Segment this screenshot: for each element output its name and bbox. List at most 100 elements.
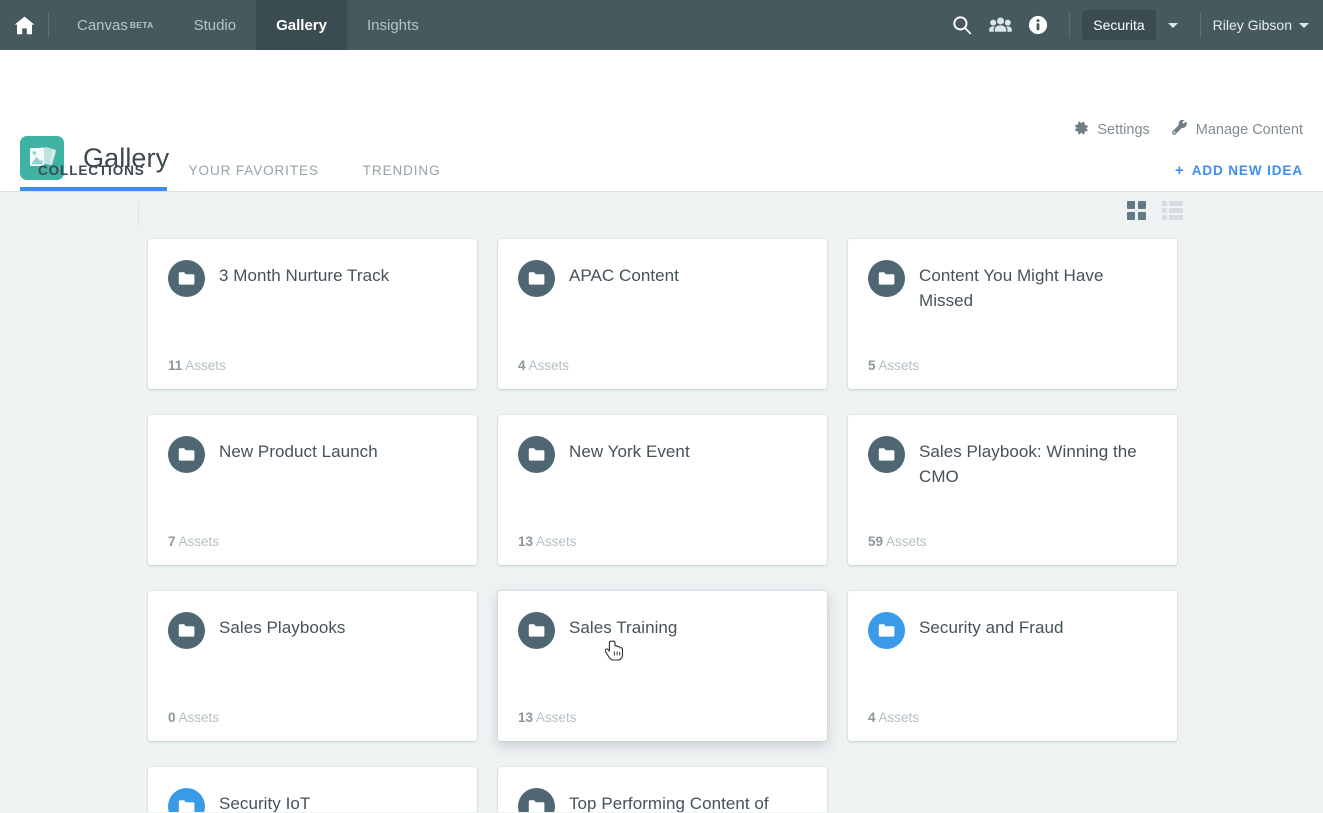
folder-icon: [868, 612, 905, 649]
folder-icon: [868, 260, 905, 297]
beta-badge: BETA: [130, 20, 154, 30]
collection-title: Content You Might Have Missed: [919, 259, 1157, 313]
tab-your-favorites[interactable]: YOUR FAVORITES: [167, 163, 341, 191]
asset-count: 5 Assets: [868, 358, 919, 373]
top-navigation-bar: CanvasBETA Studio Gallery Insights: [0, 0, 1323, 50]
asset-count-label: Assets: [879, 710, 920, 725]
info-icon[interactable]: [1019, 0, 1057, 50]
collection-title: New Product Launch: [219, 435, 378, 464]
card-header: Sales Playbook: Winning the CMO: [868, 435, 1157, 489]
asset-count-label: Assets: [179, 710, 220, 725]
collection-card[interactable]: Sales Playbook: Winning the CMO 59 Asset…: [848, 415, 1177, 565]
folder-icon: [168, 436, 205, 473]
collection-title: Sales Playbooks: [219, 611, 345, 640]
collection-card[interactable]: 3 Month Nurture Track 11 Assets: [148, 239, 477, 389]
user-chevron-down-icon: [1299, 23, 1309, 28]
primary-nav-tabs: CanvasBETA Studio Gallery Insights: [57, 0, 439, 50]
collections-grid: 3 Month Nurture Track 11 Assets APAC Con…: [0, 239, 1323, 812]
asset-count-label: Assets: [536, 710, 577, 725]
asset-count-number: 59: [868, 534, 883, 549]
asset-count-number: 0: [168, 710, 176, 725]
collection-card[interactable]: Security IoT: [148, 767, 477, 812]
nav-divider: [1069, 12, 1070, 38]
tab-collections[interactable]: COLLECTIONS: [20, 163, 167, 191]
nav-tab-gallery-label: Gallery: [276, 17, 327, 34]
add-new-idea-button[interactable]: + ADD NEW IDEA: [1175, 163, 1303, 191]
account-selector[interactable]: Securita: [1082, 10, 1155, 40]
nav-right-actions: Securita Riley Gibson: [943, 0, 1323, 50]
asset-count-label: Assets: [886, 534, 927, 549]
asset-count: 7 Assets: [168, 534, 219, 549]
user-menu[interactable]: Riley Gibson: [1213, 17, 1309, 33]
card-header: APAC Content: [518, 259, 807, 297]
tab-your-favorites-label: YOUR FAVORITES: [189, 163, 319, 178]
nav-tab-studio-label: Studio: [194, 17, 237, 34]
user-name-label: Riley Gibson: [1213, 17, 1292, 33]
card-header: Sales Training: [518, 611, 807, 649]
folder-icon: [518, 788, 555, 812]
folder-icon: [518, 436, 555, 473]
nav-tab-gallery[interactable]: Gallery: [256, 0, 347, 50]
collection-card[interactable]: New Product Launch 7 Assets: [148, 415, 477, 565]
collection-card[interactable]: Sales Training 13 Assets: [498, 591, 827, 741]
asset-count-number: 13: [518, 534, 533, 549]
folder-icon: [518, 612, 555, 649]
nav-divider: [1200, 12, 1201, 38]
plus-icon: +: [1175, 163, 1185, 178]
asset-count: 13 Assets: [518, 534, 577, 549]
asset-count: 4 Assets: [868, 710, 919, 725]
asset-count-label: Assets: [879, 358, 920, 373]
view-toggle-group: [1127, 201, 1183, 225]
folder-icon: [168, 612, 205, 649]
manage-content-link[interactable]: Manage Content: [1172, 120, 1303, 140]
asset-count-number: 4: [518, 358, 526, 373]
collection-card[interactable]: Top Performing Content of: [498, 767, 827, 812]
collection-title: Top Performing Content of: [569, 787, 769, 812]
asset-count: 4 Assets: [518, 358, 569, 373]
card-header: Security IoT: [168, 787, 457, 812]
collection-card[interactable]: Content You Might Have Missed 5 Assets: [848, 239, 1177, 389]
asset-count-label: Assets: [529, 358, 570, 373]
card-header: New Product Launch: [168, 435, 457, 473]
card-header: 3 Month Nurture Track: [168, 259, 457, 297]
list-view-icon[interactable]: [1162, 201, 1183, 225]
asset-count-number: 7: [168, 534, 176, 549]
asset-count-number: 5: [868, 358, 876, 373]
nav-tab-insights[interactable]: Insights: [347, 0, 439, 50]
asset-count-number: 4: [868, 710, 876, 725]
manage-content-label: Manage Content: [1196, 122, 1303, 138]
card-header: Sales Playbooks: [168, 611, 457, 649]
collection-title: APAC Content: [569, 259, 679, 288]
collection-title: Sales Training: [569, 611, 677, 640]
collections-toolbar: [0, 192, 1323, 239]
folder-icon: [868, 436, 905, 473]
nav-divider: [48, 12, 49, 38]
home-icon[interactable]: [0, 0, 48, 50]
nav-tab-canvas[interactable]: CanvasBETA: [57, 0, 174, 50]
people-icon[interactable]: [981, 0, 1019, 50]
asset-count: 11 Assets: [168, 358, 226, 373]
settings-label: Settings: [1097, 122, 1149, 138]
tab-trending-label: TRENDING: [363, 163, 441, 178]
grid-view-icon[interactable]: [1127, 201, 1146, 225]
folder-icon: [168, 260, 205, 297]
card-header: Top Performing Content of: [518, 787, 807, 812]
page-header: Settings Manage Content: [0, 50, 1323, 192]
search-icon[interactable]: [943, 0, 981, 50]
settings-link[interactable]: Settings: [1074, 121, 1149, 140]
collection-card[interactable]: Sales Playbooks 0 Assets: [148, 591, 477, 741]
card-header: New York Event: [518, 435, 807, 473]
collection-card[interactable]: New York Event 13 Assets: [498, 415, 827, 565]
asset-count-number: 11: [168, 358, 182, 373]
nav-tab-studio[interactable]: Studio: [174, 0, 257, 50]
collection-title: Sales Playbook: Winning the CMO: [919, 435, 1157, 489]
asset-count-label: Assets: [179, 534, 220, 549]
add-new-idea-label: ADD NEW IDEA: [1192, 163, 1303, 178]
collection-card[interactable]: APAC Content 4 Assets: [498, 239, 827, 389]
account-chevron-down-icon[interactable]: [1156, 23, 1188, 28]
collection-title: Security IoT: [219, 787, 310, 812]
tab-trending[interactable]: TRENDING: [341, 163, 463, 191]
collection-card[interactable]: Security and Fraud 4 Assets: [848, 591, 1177, 741]
nav-tab-insights-label: Insights: [367, 17, 419, 34]
account-name: Securita: [1093, 17, 1144, 33]
